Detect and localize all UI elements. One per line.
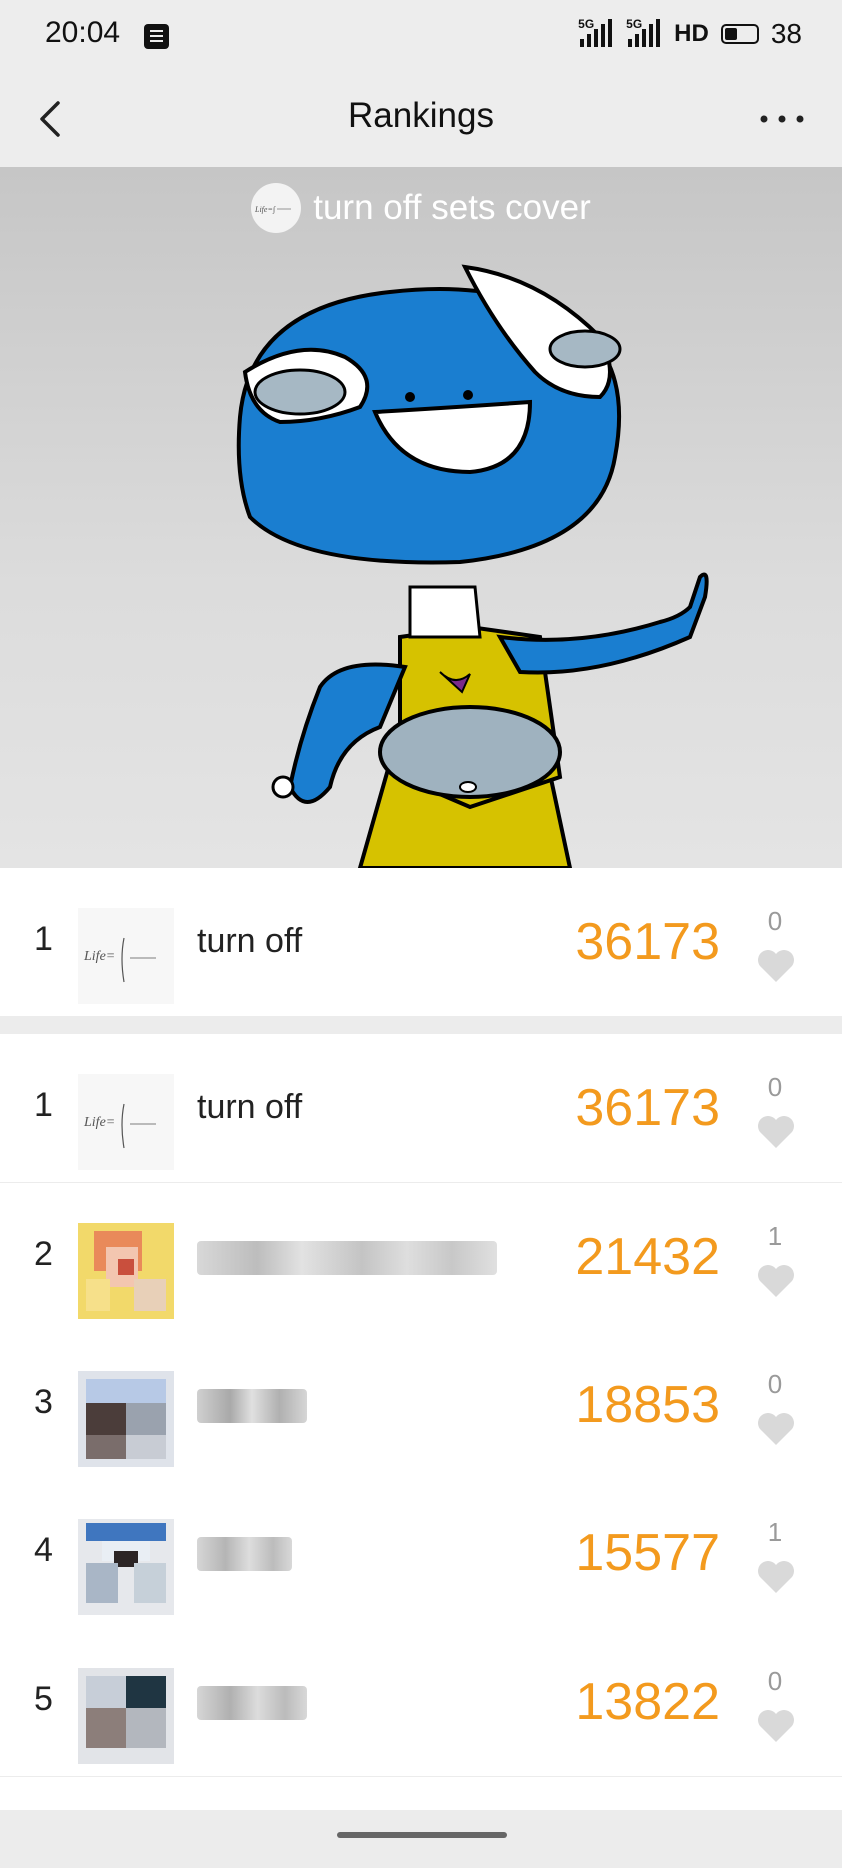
ranking-row[interactable]: 3 18853 0 — [0, 1331, 842, 1479]
cover-avatar[interactable]: Life=∫ — [251, 183, 302, 233]
player-name: turn off — [197, 922, 303, 960]
player-name-blurred — [197, 1389, 307, 1423]
avatar[interactable] — [78, 1668, 174, 1764]
score: 18853 — [575, 1376, 720, 1434]
player-name-blurred — [197, 1241, 497, 1275]
notification-icon — [144, 24, 169, 49]
hd-indicator: HD — [674, 20, 709, 47]
section-separator — [0, 1016, 842, 1034]
status-indicators: 5G 5G HD 38 — [578, 17, 802, 50]
avatar[interactable] — [78, 1223, 174, 1319]
rank-number: 1 — [34, 1086, 53, 1124]
score: 21432 — [575, 1228, 720, 1286]
score: 15577 — [575, 1524, 720, 1582]
sets-cover: Life=∫ turn off sets cover — [0, 167, 842, 868]
row-divider — [0, 1776, 842, 1777]
rank-number: 2 — [34, 1235, 53, 1273]
navigation-bar — [0, 1810, 842, 1868]
avatar[interactable]: Life= — [78, 908, 174, 1004]
svg-text:Life=: Life= — [83, 949, 115, 964]
heart-icon[interactable] — [756, 1114, 796, 1150]
cover-drawing — [236, 264, 709, 868]
rank-number: 3 — [34, 1383, 53, 1421]
heart-icon[interactable] — [756, 1411, 796, 1447]
player-name-blurred — [197, 1537, 292, 1571]
battery-icon — [720, 24, 759, 44]
status-bar: 20:04 5G 5G HD 38 — [0, 0, 842, 72]
ranking-row[interactable]: 5 13822 0 — [0, 1628, 842, 1776]
heart-icon[interactable] — [756, 1263, 796, 1299]
avatar[interactable] — [78, 1519, 174, 1615]
rank-number: 4 — [34, 1531, 53, 1569]
battery-level: 38 — [770, 18, 802, 49]
ranking-row[interactable]: 1 Life= turn off 36173 0 — [0, 1034, 842, 1182]
score: 13822 — [575, 1673, 720, 1731]
rank-number: 1 — [34, 920, 53, 958]
signal-icon: 5G — [626, 17, 662, 49]
ranking-row[interactable]: 4 15577 1 — [0, 1479, 842, 1627]
like-count: 0 — [767, 906, 783, 936]
like-count: 0 — [767, 1369, 783, 1399]
heart-icon[interactable] — [756, 948, 796, 984]
rank-number: 5 — [34, 1680, 53, 1718]
heart-icon[interactable] — [756, 1559, 796, 1595]
status-time: 20:04 — [45, 16, 121, 49]
score: 36173 — [575, 913, 720, 971]
my-rank-row[interactable]: 1 Life= turn off 36173 0 — [0, 868, 842, 1016]
heart-icon[interactable] — [756, 1708, 796, 1744]
like-count: 0 — [767, 1666, 783, 1696]
cover-title-row: Life=∫ turn off sets cover — [0, 183, 842, 233]
svg-text:Life=∫: Life=∫ — [254, 205, 276, 214]
home-indicator[interactable] — [337, 1832, 507, 1838]
avatar[interactable] — [78, 1371, 174, 1467]
svg-text:Life=: Life= — [83, 1115, 115, 1130]
score: 36173 — [575, 1079, 720, 1137]
signal-icon: 5G — [578, 17, 614, 49]
like-count: 0 — [767, 1072, 783, 1102]
like-count: 1 — [767, 1517, 783, 1547]
avatar[interactable]: Life= — [78, 1074, 174, 1170]
cover-title: turn off sets cover — [313, 188, 591, 227]
player-name: turn off — [197, 1088, 303, 1126]
more-horizontal-icon[interactable] — [752, 94, 812, 144]
like-count: 1 — [767, 1221, 783, 1251]
ranking-row[interactable]: 2 21432 1 — [0, 1183, 842, 1331]
page-title: Rankings — [348, 96, 494, 135]
player-name-blurred — [197, 1686, 307, 1720]
app-header: Rankings — [0, 72, 842, 167]
